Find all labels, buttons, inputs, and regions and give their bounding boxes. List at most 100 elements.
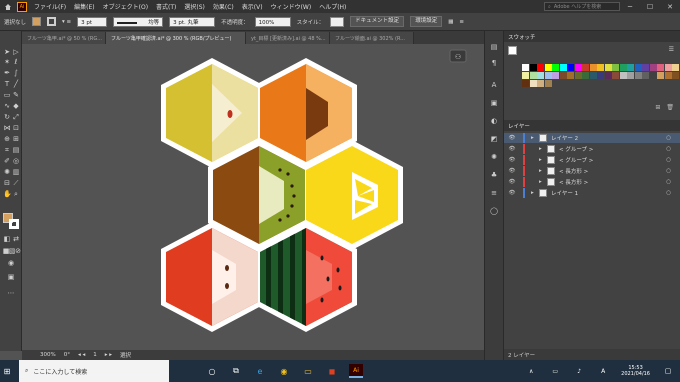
tab-document-4[interactable]: フルーツ絵面.ai @ 302% (R... [330,32,414,44]
shaper-tool-icon[interactable]: ∿ [3,102,11,110]
none-swatch-icon[interactable] [508,46,517,55]
illustrator-taskbar-icon[interactable]: Ai [349,364,363,378]
visibility-eye-icon[interactable]: 👁 [507,179,517,185]
artboard-tool-icon[interactable]: ⊟ [3,179,11,187]
system-tray-chevron-icon[interactable]: ∧ [524,364,538,378]
style-swatch[interactable] [330,16,345,27]
visibility-eye-icon[interactable]: 👁 [507,135,517,141]
brush-select[interactable]: 3 pt. 丸筆 [169,16,216,27]
color-swatch[interactable] [619,72,627,79]
gradient-tool-icon[interactable]: ▤ [12,146,20,154]
layer-name[interactable]: レイヤー 1 [551,189,578,197]
blend-tool-icon[interactable]: ◎ [12,157,20,165]
paintbrush-tool-icon[interactable]: ✎ [12,91,20,99]
color-swatch[interactable] [544,80,552,87]
target-circle-icon[interactable]: ○ [666,190,671,196]
panel-menu-icon[interactable]: ≡ [459,19,464,25]
rectangle-tool-icon[interactable]: ▭ [3,91,11,99]
document-setup-button[interactable]: ドキュメント設定 [350,16,405,27]
color-swatch[interactable] [597,72,604,79]
direct-selection-tool-icon[interactable]: ▷ [12,48,20,56]
type-tool-icon[interactable]: T [3,80,11,88]
libraries-panel-icon[interactable]: ▣ [490,99,498,107]
color-swatch[interactable] [522,80,529,87]
artboard-nav-icon[interactable]: ◂ ◂ [78,352,85,358]
layer-name[interactable]: < グループ > [559,156,593,164]
layer-row[interactable]: 👁 ▸ レイヤー 2 ○ [504,133,680,143]
color-swatch[interactable] [672,72,679,79]
symbols-panel-icon[interactable]: ♣ [490,171,498,179]
color-swatch[interactable] [604,64,612,71]
color-panel-icon[interactable]: ◐ [490,117,498,125]
color-swatch[interactable] [597,64,604,71]
color-swatch[interactable] [657,72,664,79]
default-colors-icon[interactable]: ◧ [3,235,11,243]
menu-item[interactable]: オブジェクト(O) [99,2,152,11]
color-swatch[interactable] [537,80,544,87]
color-swatch[interactable] [627,64,634,71]
menu-item[interactable]: 選択(S) [180,2,209,11]
layer-row[interactable]: 👁 ▸ < 長方形 > ○ [504,166,680,176]
layers-panel-header[interactable]: レイヤー [504,120,680,131]
mesh-tool-icon[interactable]: ⌗ [3,146,11,154]
artboard-next-icon[interactable]: ▸ ▸ [105,352,112,358]
arrange-icon[interactable]: ▦ [448,19,453,25]
expand-chevron-icon[interactable]: ▸ [539,168,547,174]
clock[interactable]: 15:53 2021/04/16 [621,365,650,377]
close-button[interactable]: ✕ [660,3,680,11]
tab-document-2[interactable]: フルーツ亀甲確認済.ai* @ 300 % (RGB/プレビュー) [106,32,246,44]
draw-mode-icon[interactable]: ◉ [7,259,15,267]
zoom-level[interactable]: 300% [40,352,56,358]
character-panel-icon[interactable]: A [490,81,498,89]
cortana-icon[interactable]: ○ [205,364,219,378]
color-swatch[interactable] [537,72,544,79]
target-circle-icon[interactable]: ○ [666,157,671,163]
color-swatch[interactable] [634,64,642,71]
magic-wand-icon[interactable]: ✶ [3,58,11,66]
transparency-panel-icon[interactable]: ◯ [490,207,498,215]
layer-row[interactable]: 👁 ▸ < グループ > ○ [504,155,680,165]
swap-colors-icon[interactable]: ⇄ [12,235,20,243]
fill-swatch[interactable] [32,17,42,26]
rotate-tool-icon[interactable]: ↻ [3,113,11,121]
menu-item[interactable]: ファイル(F) [30,2,70,11]
color-swatch[interactable] [537,64,544,71]
swatch-library-icon[interactable]: ☰ [669,46,674,53]
color-swatch[interactable] [574,72,582,79]
color-swatch[interactable] [552,72,559,79]
layer-row[interactable]: 👁 ▸ < グループ > ○ [504,144,680,154]
chrome-icon[interactable]: ◉ [277,364,291,378]
swatches-panel-header[interactable]: スウォッチ [504,31,680,42]
color-swatch[interactable] [619,64,627,71]
maximize-button[interactable]: ☐ [640,3,660,11]
ime-indicator[interactable]: A [596,364,610,378]
color-swatch[interactable] [529,64,537,71]
stroke-profile-select[interactable]: 均等 [113,16,164,27]
opacity-field[interactable]: 100% [254,16,291,27]
color-swatch[interactable] [582,72,589,79]
shape-builder-icon[interactable]: ⊕ [3,135,11,143]
color-swatch[interactable] [664,64,672,71]
perspective-grid-icon[interactable]: ⊞ [12,135,20,143]
color-swatch[interactable] [567,72,574,79]
color-swatch[interactable] [567,64,574,71]
curvature-tool-icon[interactable]: ∫ [12,69,20,77]
stroke-panel-icon[interactable]: ≡ [490,189,498,197]
volume-icon[interactable]: ♪ [572,364,586,378]
menu-item[interactable]: 書式(T) [152,2,180,11]
stroke-weight-field[interactable]: 3 pt [77,16,108,27]
layer-name[interactable]: < グループ > [559,145,593,153]
preferences-button[interactable]: 環境設定 [410,16,443,27]
canvas-area[interactable]: ⚇ [22,44,484,350]
color-swatch[interactable] [627,72,634,79]
stroke-color-icon[interactable] [9,219,19,229]
color-swatch[interactable] [642,64,649,71]
color-swatch[interactable] [529,80,537,87]
symbol-sprayer-icon[interactable]: ✺ [3,168,11,176]
explorer-icon[interactable]: ▭ [301,364,315,378]
properties-panel-icon[interactable]: ▤ [490,43,498,51]
task-view-icon[interactable]: ⧉ [229,364,243,378]
visibility-eye-icon[interactable]: 👁 [507,146,517,152]
layer-name[interactable]: レイヤー 2 [551,134,578,142]
layer-row[interactable]: 👁 ▸ < 長方形 > ○ [504,177,680,187]
